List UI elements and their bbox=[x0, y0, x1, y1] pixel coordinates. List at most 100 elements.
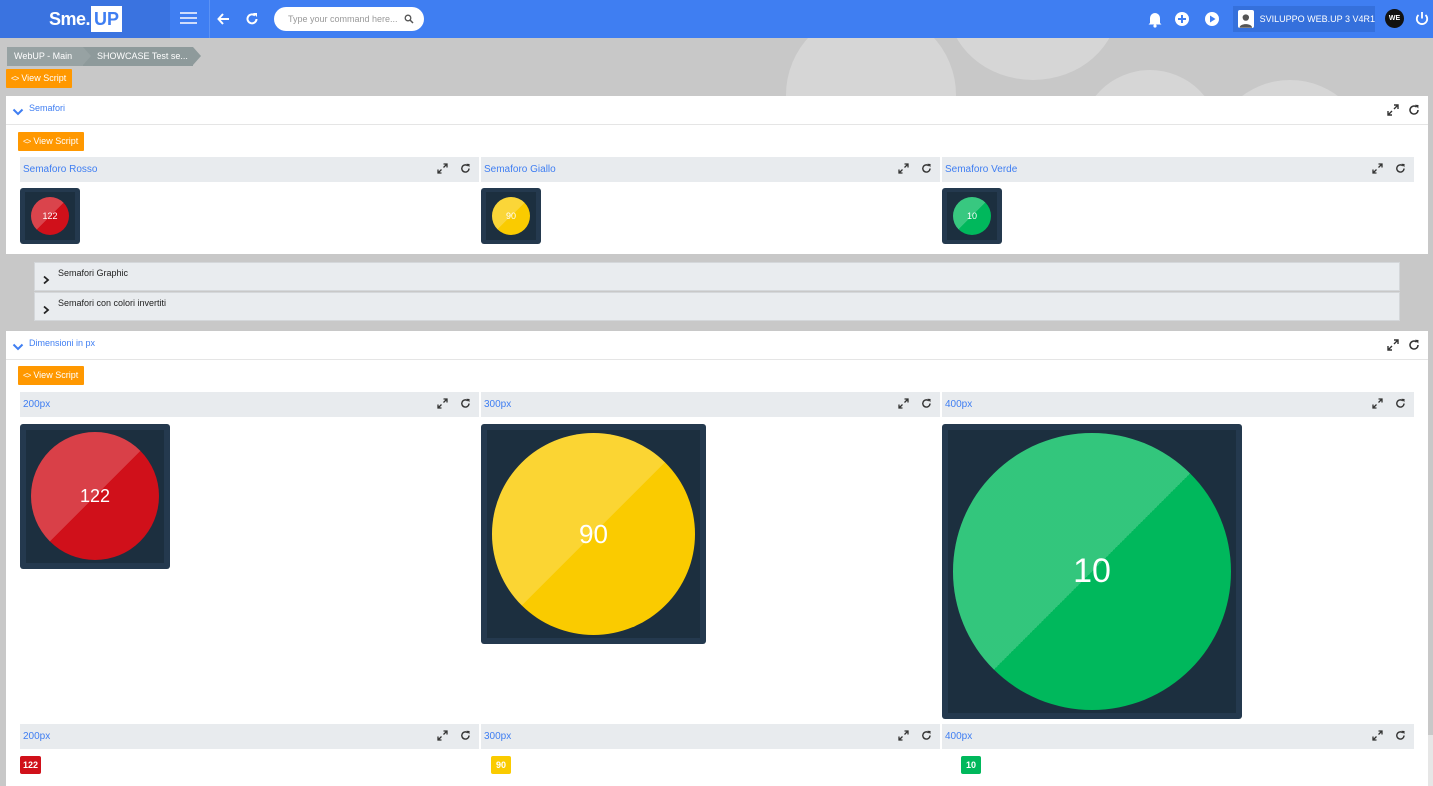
sub-panel-title: 400px bbox=[945, 731, 973, 742]
sub-panel-title: Semaforo Giallo bbox=[484, 164, 556, 175]
refresh-icon[interactable] bbox=[460, 163, 471, 174]
dimensioni-panel: Dimensioni in px <> View Script 200px 122… bbox=[6, 331, 1428, 786]
refresh-icon[interactable] bbox=[1408, 104, 1420, 116]
refresh-icon[interactable] bbox=[460, 398, 471, 409]
light-value: 90 bbox=[579, 518, 608, 549]
expand-icon[interactable] bbox=[1372, 730, 1383, 741]
power-icon[interactable] bbox=[1414, 9, 1433, 29]
logo-area[interactable]: Sme. UP bbox=[0, 0, 170, 38]
command-input[interactable] bbox=[288, 11, 406, 27]
view-script-label: View Script bbox=[33, 136, 79, 146]
hamburger-icon[interactable] bbox=[179, 9, 199, 29]
traffic-light-circle: 10 bbox=[953, 433, 1231, 710]
light-value: 122 bbox=[42, 211, 58, 221]
expand-icon[interactable] bbox=[1387, 339, 1399, 351]
view-script-button[interactable]: <> View Script bbox=[18, 132, 85, 151]
traffic-light-circle: 90 bbox=[492, 433, 695, 635]
expand-icon[interactable] bbox=[1387, 104, 1399, 116]
sub-panel-title: Semaforo Rosso bbox=[23, 164, 98, 175]
expand-icon[interactable] bbox=[437, 398, 448, 409]
traffic-light: 122 bbox=[20, 424, 170, 569]
view-script-button[interactable]: <> View Script bbox=[6, 69, 73, 88]
traffic-light: 122 bbox=[20, 188, 80, 244]
expand-icon[interactable] bbox=[437, 163, 448, 174]
app-logo[interactable]: Sme. UP bbox=[49, 6, 123, 32]
sub-panel-title: 400px bbox=[945, 399, 973, 410]
chevron-right-icon[interactable] bbox=[42, 305, 50, 315]
refresh-icon[interactable] bbox=[921, 398, 932, 409]
search-icon[interactable] bbox=[404, 14, 414, 24]
traffic-light: 10 bbox=[942, 424, 1242, 719]
traffic-light-circle: 90 bbox=[492, 197, 530, 235]
logo-text: Sme. bbox=[49, 8, 91, 29]
breadcrumb-label: SHOWCASE Test se... bbox=[97, 51, 188, 61]
sub-panel-header: 300px bbox=[481, 392, 940, 417]
user-name: SVILUPPO WEB.UP 3 V4R1 bbox=[1259, 14, 1375, 24]
sub-panel-header: 400px bbox=[942, 392, 1414, 417]
sub-panel-title: 300px bbox=[484, 399, 512, 410]
back-arrow-icon[interactable] bbox=[216, 9, 236, 29]
status-badge: 10 bbox=[961, 756, 981, 774]
refresh-icon[interactable] bbox=[244, 9, 264, 29]
sub-panel-header: Semaforo Verde bbox=[942, 157, 1414, 182]
logo-badge: UP bbox=[91, 6, 123, 32]
breadcrumb-item[interactable]: WebUP - Main bbox=[7, 47, 91, 66]
expand-icon[interactable] bbox=[1372, 163, 1383, 174]
view-script-button[interactable]: <> View Script bbox=[18, 366, 85, 385]
play-circle-icon[interactable] bbox=[1203, 9, 1223, 29]
traffic-light-circle: 10 bbox=[953, 197, 991, 235]
refresh-icon[interactable] bbox=[1395, 163, 1406, 174]
breadcrumb-label: WebUP - Main bbox=[14, 51, 73, 61]
traffic-light-circle: 122 bbox=[31, 432, 159, 560]
refresh-icon[interactable] bbox=[921, 163, 932, 174]
expand-icon[interactable] bbox=[437, 730, 448, 741]
semafori-panel: Semafori <> View Script Semaforo Rosso 12… bbox=[6, 96, 1428, 254]
scrollbar[interactable] bbox=[1428, 735, 1433, 786]
traffic-light: 90 bbox=[481, 188, 541, 244]
expand-icon[interactable] bbox=[898, 398, 909, 409]
view-script-label: View Script bbox=[33, 370, 79, 380]
traffic-light: 90 bbox=[481, 424, 706, 644]
expand-icon[interactable] bbox=[898, 163, 909, 174]
breadcrumb-separator bbox=[193, 47, 201, 65]
refresh-icon[interactable] bbox=[1408, 339, 1420, 351]
light-value: 10 bbox=[1073, 552, 1111, 590]
code-icon: <> bbox=[23, 371, 31, 380]
light-value: 122 bbox=[79, 485, 111, 506]
chevron-down-icon[interactable] bbox=[12, 342, 24, 352]
user-menu[interactable]: SVILUPPO WEB.UP 3 V4R1 bbox=[1233, 6, 1375, 32]
traffic-light: 10 bbox=[942, 188, 1002, 244]
chevron-down-icon[interactable] bbox=[12, 107, 24, 117]
collapsed-section[interactable]: Semafori Graphic bbox=[34, 262, 1400, 291]
refresh-icon[interactable] bbox=[921, 730, 932, 741]
expand-icon[interactable] bbox=[898, 730, 909, 741]
topbar-divider bbox=[209, 0, 210, 38]
breadcrumb-separator bbox=[83, 47, 91, 65]
bell-icon[interactable] bbox=[1146, 9, 1166, 29]
breadcrumb-item[interactable]: SHOWCASE Test se... bbox=[83, 47, 201, 66]
top-bar: Sme. UP SVILUPPO WEB.UP 3 V4R1 WE bbox=[0, 0, 1433, 38]
sub-panel-header: Semaforo Rosso bbox=[20, 157, 479, 182]
command-search[interactable] bbox=[274, 7, 424, 31]
panel-header: Dimensioni in px bbox=[6, 331, 1428, 360]
collapsed-section-title: Semafori con colori invertiti bbox=[58, 298, 167, 308]
code-icon: <> bbox=[11, 74, 19, 83]
avatar[interactable]: WE bbox=[1385, 9, 1404, 28]
refresh-icon[interactable] bbox=[460, 730, 471, 741]
breadcrumb: WebUP - Main SHOWCASE Test se... bbox=[7, 47, 201, 66]
sub-panel-title: Semaforo Verde bbox=[945, 164, 1018, 175]
refresh-icon[interactable] bbox=[1395, 398, 1406, 409]
status-badge: 90 bbox=[491, 756, 511, 774]
panel-title: Semafori bbox=[29, 103, 66, 113]
light-value: 10 bbox=[966, 211, 977, 221]
chevron-right-icon[interactable] bbox=[42, 275, 50, 285]
plus-circle-icon[interactable] bbox=[1173, 9, 1193, 29]
sub-panel-header: Semaforo Giallo bbox=[481, 157, 940, 182]
sub-panel-header: 400px bbox=[942, 724, 1414, 749]
collapsed-section-title: Semafori Graphic bbox=[58, 268, 129, 278]
collapsed-section[interactable]: Semafori con colori invertiti bbox=[34, 292, 1400, 321]
panel-header: Semafori bbox=[6, 96, 1428, 125]
panel-title: Dimensioni in px bbox=[29, 338, 96, 348]
refresh-icon[interactable] bbox=[1395, 730, 1406, 741]
expand-icon[interactable] bbox=[1372, 398, 1383, 409]
